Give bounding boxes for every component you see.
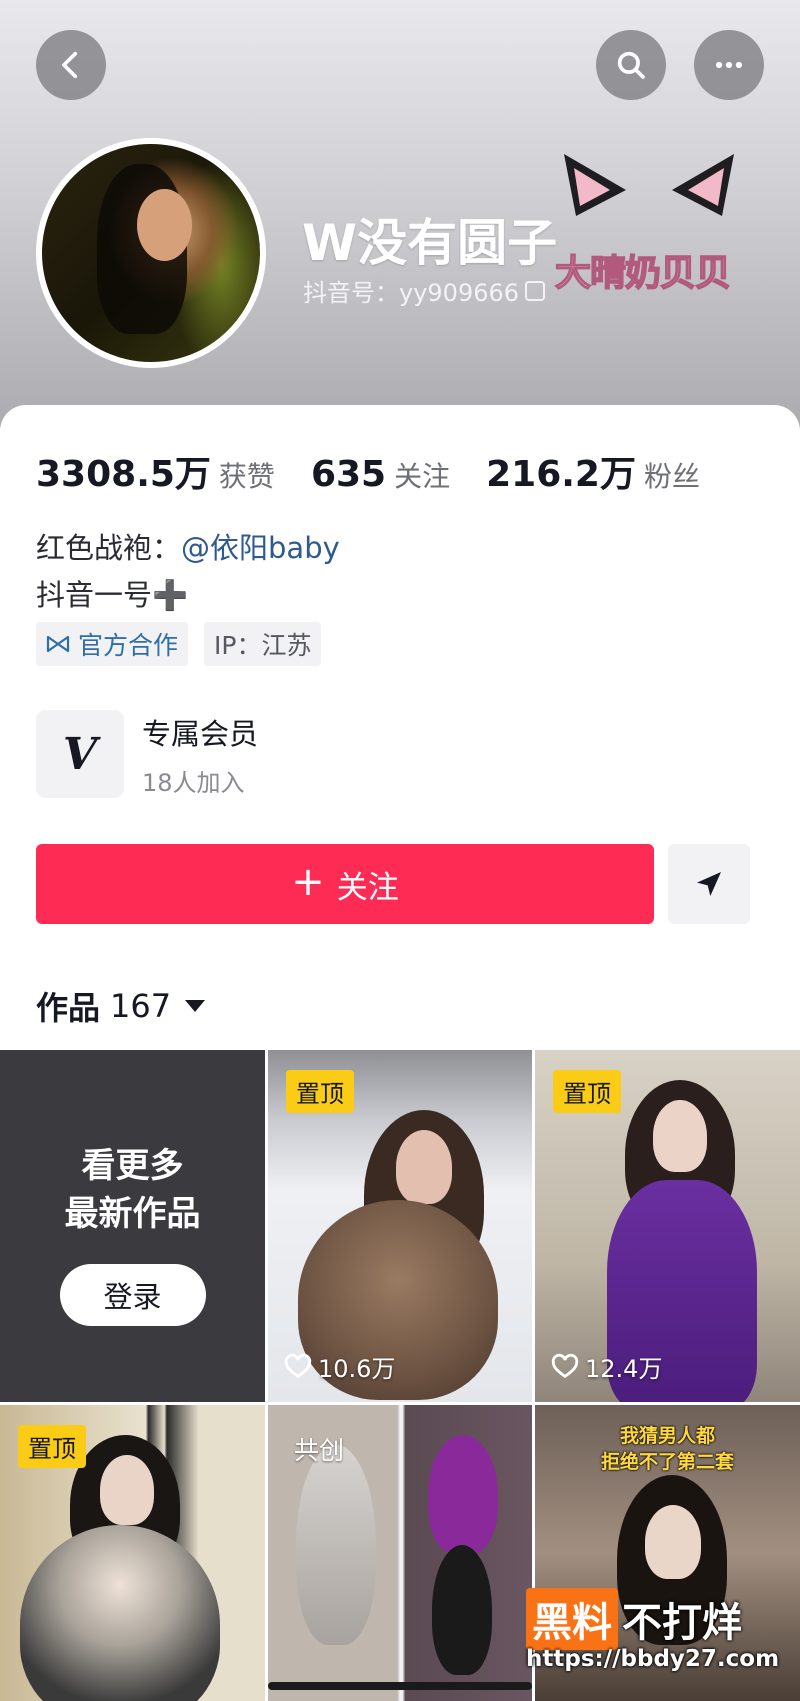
message-button[interactable] [668, 844, 750, 924]
search-button[interactable] [596, 30, 666, 100]
bio-mention-link[interactable]: @依阳baby [181, 531, 340, 565]
avatar-face [137, 189, 192, 261]
login-prompt-line: 最新作品 [64, 1194, 201, 1234]
thumbnail-kimono [20, 1525, 220, 1701]
back-button[interactable] [36, 30, 106, 100]
official-cooperation-tag[interactable]: 官方合作 [36, 622, 189, 666]
douyin-id: 抖音号：yy909666 [303, 279, 520, 307]
chevron-left-icon [62, 51, 78, 79]
follow-label: 关注 [336, 869, 399, 906]
works-tab[interactable]: 作品 167 [36, 983, 206, 1029]
caption-line: 拒绝不了第二套 [600, 1451, 734, 1473]
login-prompt-text: 看更多 最新作品 [65, 1142, 201, 1238]
likes-count: 10.6万 [284, 1349, 395, 1384]
co-created-badge: 共创 [294, 1436, 345, 1465]
stat-label: 获赞 [218, 460, 275, 493]
likes-count: 12.4万 [551, 1349, 662, 1384]
member-logo-icon: V [36, 710, 124, 798]
profile-card: 3308.5万 获赞 635 关注 216.2万 粉丝 红色战袍：@依阳baby… [0, 405, 800, 1050]
login-prompt-line: 看更多 [81, 1146, 184, 1186]
official-tag-label: 官方合作 [78, 631, 179, 660]
thumbnail-subject [432, 1545, 492, 1675]
search-icon [617, 51, 645, 79]
likes-value: 12.4万 [585, 1355, 663, 1383]
stat-followers[interactable]: 216.2万 粉丝 [486, 445, 700, 497]
stat-likes[interactable]: 3308.5万 获赞 [36, 445, 275, 497]
nickname: W没有圆子 [302, 214, 558, 272]
ip-location-tag: IP：江苏 [204, 622, 322, 666]
exclusive-member-entry[interactable]: V 专属会员 18人加入 [36, 710, 258, 798]
video-thumbnail[interactable]: 置顶 10.6万 [268, 1050, 532, 1402]
thumbnail-subject [396, 1130, 452, 1204]
stat-value: 635 [310, 454, 387, 495]
stats-row: 3308.5万 获赞 635 关注 216.2万 粉丝 [36, 445, 736, 497]
pinned-badge: 置顶 [18, 1425, 86, 1468]
pinned-badge: 置顶 [286, 1070, 354, 1113]
bio-prefix: 红色战袍： [36, 531, 182, 565]
stat-label: 关注 [394, 460, 451, 493]
copy-icon[interactable] [525, 280, 546, 301]
thumbnail-subject [645, 1505, 701, 1579]
member-subtitle: 18人加入 [142, 768, 245, 797]
site-watermark-url: https://bbdy27.com [526, 1646, 780, 1672]
profile-header: W没有圆子 抖音号：yy909666 大晴奶贝贝 [0, 0, 800, 440]
douyin-id-row[interactable]: 抖音号：yy909666 [303, 273, 546, 308]
thumbnail-subject [100, 1455, 154, 1525]
video-thumbnail[interactable]: 置顶 [0, 1405, 265, 1701]
thumbnail-subject [653, 1100, 707, 1172]
stat-value: 3308.5万 [36, 454, 211, 495]
member-title: 专属会员 [142, 716, 259, 751]
thumbnail-subject [296, 1445, 376, 1645]
stat-value: 216.2万 [486, 454, 636, 495]
thumbnail-subject [428, 1435, 498, 1555]
site-watermark-highlight: 黑料 [526, 1588, 618, 1650]
bowtie-icon [46, 635, 70, 653]
paper-plane-icon [697, 872, 721, 896]
video-thumbnail[interactable]: 共创 [268, 1405, 532, 1701]
video-caption: 我猜男人都 拒绝不了第二套 [535, 1423, 800, 1475]
plus-icon: + [291, 859, 325, 905]
site-watermark-text: 不打烊 [622, 1600, 742, 1646]
more-dots-icon [715, 61, 743, 69]
member-text: 专属会员 18人加入 [142, 711, 258, 798]
sticker-watermark: 大晴奶贝贝 [554, 252, 732, 295]
heart-icon [551, 1353, 579, 1378]
stat-following[interactable]: 635 关注 [311, 454, 450, 495]
login-button[interactable]: 登录 [59, 1264, 206, 1326]
caret-down-icon [185, 1000, 206, 1012]
home-indicator[interactable] [268, 1682, 532, 1690]
cat-ear-left-icon [564, 154, 626, 216]
pinned-badge: 置顶 [553, 1070, 621, 1113]
avatar[interactable] [36, 138, 266, 368]
stat-label: 粉丝 [643, 460, 700, 493]
video-thumbnail[interactable]: 置顶 12.4万 [535, 1050, 800, 1402]
login-prompt-cell: 看更多 最新作品 登录 [0, 1050, 265, 1402]
bio-line-2: 抖音一号➕ [36, 578, 189, 612]
follow-button[interactable]: + 关注 [36, 844, 654, 924]
caption-line: 我猜男人都 [619, 1425, 715, 1447]
bio-line-1: 红色战袍：@依阳baby [36, 525, 340, 567]
cat-ear-right-icon [672, 154, 734, 216]
likes-value: 10.6万 [318, 1355, 396, 1383]
works-count: 167 [110, 987, 172, 1025]
works-label: 作品 [36, 989, 101, 1027]
more-button[interactable] [694, 30, 764, 100]
heart-icon [284, 1353, 312, 1378]
